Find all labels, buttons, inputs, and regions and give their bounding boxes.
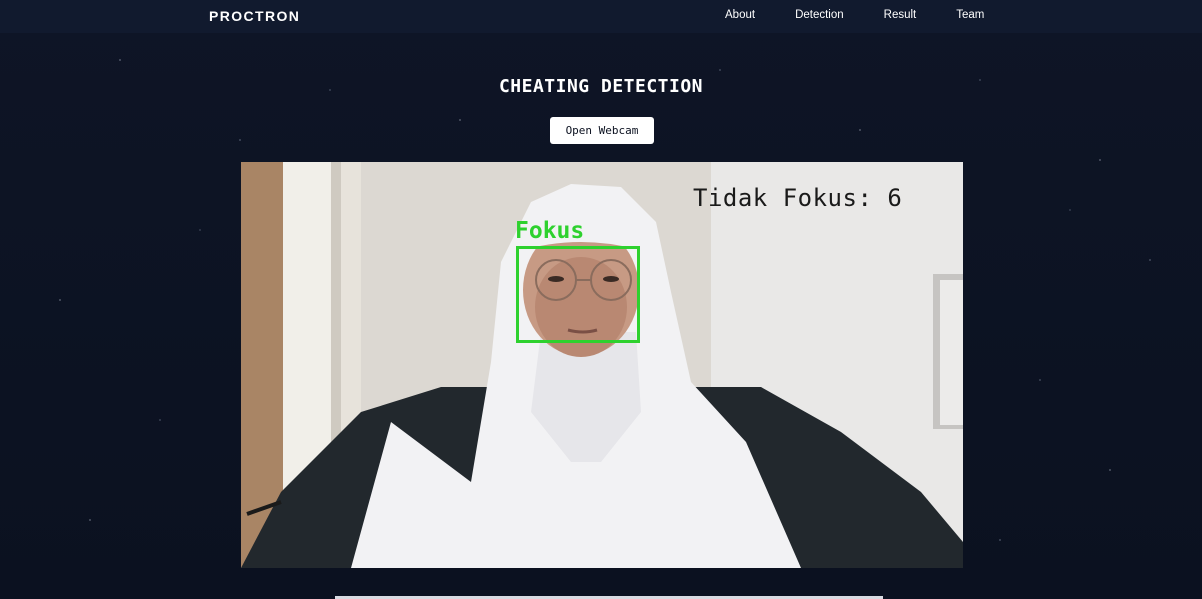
nav-link-team[interactable]: Team [956,9,984,21]
brand-logo[interactable]: PROCTRON [209,8,300,24]
nav-links: About Detection Result Team [725,9,984,21]
nav-link-detection[interactable]: Detection [795,9,844,21]
webcam-image [241,162,963,568]
nav-link-result[interactable]: Result [884,9,917,21]
nav-link-about[interactable]: About [725,9,755,21]
focus-status-label: Fokus [515,218,585,244]
open-webcam-button[interactable]: Open Webcam [550,117,654,144]
webcam-feed: Tidak Fokus: 6 Fokus [241,162,963,568]
page: PROCTRON About Detection Result Team CHE… [0,0,1202,599]
page-title: CHEATING DETECTION [498,76,704,97]
face-detection-box [516,246,640,343]
unfocused-count-label: Tidak Fokus: 6 [693,184,903,212]
navbar: PROCTRON About Detection Result Team [0,0,1202,33]
